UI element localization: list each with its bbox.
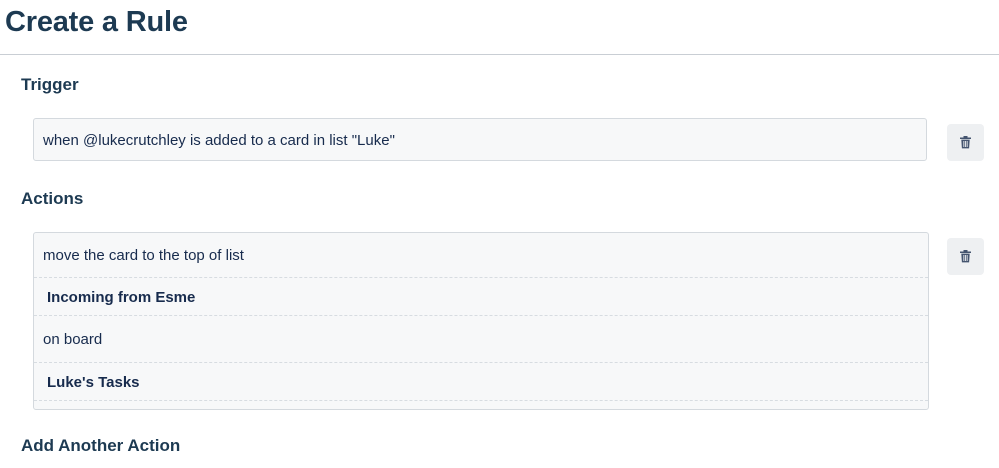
delete-action-button[interactable] xyxy=(947,238,984,275)
action-text-row: move the card to the top of list xyxy=(34,233,928,278)
page-title: Create a Rule xyxy=(5,6,188,38)
action-text: move the card to the top of list xyxy=(43,247,244,264)
actions-heading: Actions xyxy=(21,189,84,208)
trash-icon xyxy=(960,250,971,263)
title-divider xyxy=(0,54,999,55)
list-value[interactable]: Incoming from Esme xyxy=(34,278,928,316)
board-text: on board xyxy=(43,331,103,348)
delete-trigger-button[interactable] xyxy=(947,124,984,161)
trigger-heading: Trigger xyxy=(21,75,79,94)
board-text-row: on board xyxy=(34,316,928,363)
list-value-label: Incoming from Esme xyxy=(47,289,196,306)
board-value-label: Luke's Tasks xyxy=(47,374,140,391)
trigger-text: when @lukecrutchley is added to a card i… xyxy=(43,132,395,149)
board-value[interactable]: Luke's Tasks xyxy=(34,363,928,401)
action-field[interactable]: move the card to the top of list Incomin… xyxy=(33,232,929,410)
trash-icon xyxy=(960,136,971,149)
add-action-heading: Add Another Action xyxy=(21,436,181,455)
trigger-field[interactable]: when @lukecrutchley is added to a card i… xyxy=(33,118,927,161)
